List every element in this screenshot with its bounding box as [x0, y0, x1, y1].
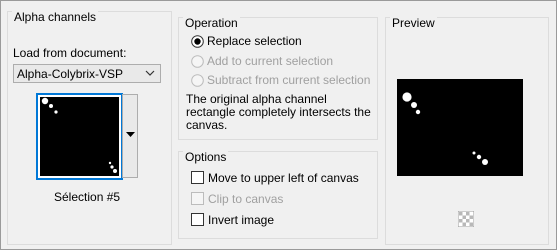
invert-image-checkbox[interactable]: [191, 213, 204, 226]
replace-selection-text: Replace selection: [207, 34, 302, 48]
clip-to-canvas-checkbox[interactable]: [191, 192, 204, 205]
move-upper-left-text: Move to upper left of canvas: [208, 171, 359, 185]
checkerboard-icon[interactable]: [458, 211, 474, 227]
invert-image-label[interactable]: Invert image: [208, 213, 274, 227]
operation-info-line-3: canvas.: [186, 118, 228, 132]
invert-image-text: Invert image: [208, 213, 275, 227]
subtract-selection-radio[interactable]: [191, 74, 204, 87]
clip-to-canvas-label[interactable]: Clip to canvas: [208, 192, 283, 206]
subtract-selection-text: Subtract from current selection: [207, 73, 371, 87]
add-selection-label[interactable]: Add to current selection: [207, 54, 333, 68]
move-upper-left-label[interactable]: Move to upper left of canvas: [208, 171, 359, 185]
triangle-down-icon: [126, 132, 135, 137]
move-upper-left-checkbox[interactable]: [191, 171, 204, 184]
load-from-document-text: Load from document:: [13, 46, 127, 60]
add-selection-radio[interactable]: [191, 55, 204, 68]
channel-thumbnail[interactable]: [36, 93, 123, 180]
subtract-selection-label[interactable]: Subtract from current selection: [207, 73, 370, 87]
document-dropdown-value: Alpha-Colybrix-VSP: [17, 67, 124, 81]
options-title: Options: [183, 150, 229, 164]
clip-to-canvas-text: Clip to canvas: [208, 192, 284, 206]
channel-thumbnail-image: [40, 97, 119, 176]
preview-title: Preview: [390, 16, 437, 30]
replace-selection-radio[interactable]: [191, 35, 204, 48]
load-from-document-label: Load from document:: [13, 46, 126, 60]
operation-info-text: The original alpha channel rectangle com…: [186, 93, 371, 132]
preview-image: [397, 79, 523, 176]
load-selection-dialog: Alpha channels Load from document: Alpha…: [0, 0, 557, 250]
chevron-down-icon: [145, 70, 155, 76]
replace-selection-label[interactable]: Replace selection: [207, 34, 302, 48]
alpha-channels-title: Alpha channels: [12, 10, 99, 24]
document-dropdown[interactable]: Alpha-Colybrix-VSP: [13, 64, 161, 83]
add-selection-text: Add to current selection: [207, 54, 334, 68]
operation-title: Operation: [183, 16, 240, 30]
selection-name: Sélection #5: [54, 190, 121, 204]
channel-picker-button[interactable]: [122, 94, 138, 178]
